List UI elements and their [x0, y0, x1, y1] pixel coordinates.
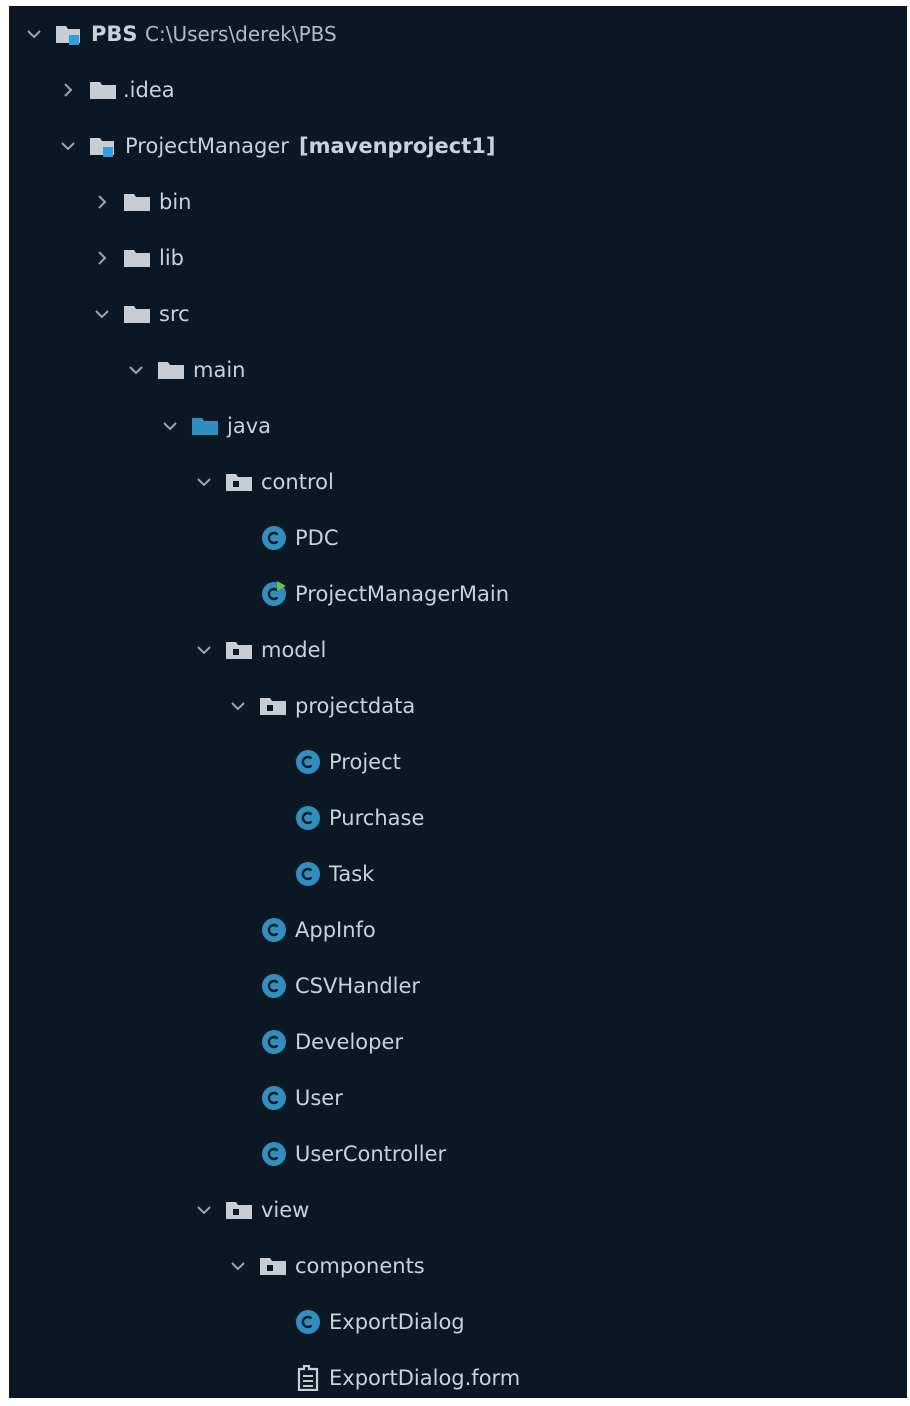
class-icon: [295, 1309, 321, 1335]
tree-row-java[interactable]: java: [9, 398, 907, 454]
chevron-down-icon[interactable]: [229, 697, 247, 715]
class-icon: [295, 861, 321, 887]
tree-row-control[interactable]: control: [9, 454, 907, 510]
class-label: PDC: [295, 526, 339, 550]
runnable-class-icon: [261, 581, 287, 607]
class-label: AppInfo: [295, 918, 376, 942]
package-label: control: [261, 470, 334, 494]
class-icon: [261, 1085, 287, 1111]
tree-row-main[interactable]: main: [9, 342, 907, 398]
tree-row-src[interactable]: src: [9, 286, 907, 342]
tree-row-appinfo[interactable]: AppInfo: [9, 902, 907, 958]
class-label: Project: [329, 750, 401, 774]
tree-row-purchase[interactable]: Purchase: [9, 790, 907, 846]
class-label: ExportDialog: [329, 1310, 465, 1334]
package-icon: [259, 1255, 287, 1277]
package-label: components: [295, 1254, 425, 1278]
chevron-down-icon[interactable]: [127, 361, 145, 379]
folder-icon: [89, 79, 117, 101]
tree-row-components[interactable]: components: [9, 1238, 907, 1294]
package-icon: [225, 1199, 253, 1221]
folder-icon: [123, 191, 151, 213]
root-path: C:\Users\derek\PBS: [145, 22, 337, 46]
module-folder-icon: [55, 23, 83, 45]
package-icon: [259, 695, 287, 717]
class-label: User: [295, 1086, 343, 1110]
folder-label: lib: [159, 246, 184, 270]
tree-row-user[interactable]: User: [9, 1070, 907, 1126]
tree-row-lib[interactable]: lib: [9, 230, 907, 286]
root-name: PBS: [91, 22, 138, 46]
package-label: view: [261, 1198, 310, 1222]
tree-row-csvhandler[interactable]: CSVHandler: [9, 958, 907, 1014]
project-tree-panel: PBS C:\Users\derek\PBS .idea ProjectMana…: [9, 6, 907, 1398]
source-folder-icon: [191, 415, 219, 437]
class-label: Purchase: [329, 806, 425, 830]
package-label: model: [261, 638, 327, 662]
tree-row-task[interactable]: Task: [9, 846, 907, 902]
class-label: Developer: [295, 1030, 404, 1054]
tree-row-bin[interactable]: bin: [9, 174, 907, 230]
class-label: CSVHandler: [295, 974, 421, 998]
tree-row-developer[interactable]: Developer: [9, 1014, 907, 1070]
chevron-down-icon[interactable]: [229, 1257, 247, 1275]
folder-label: .idea: [123, 78, 175, 102]
class-icon: [261, 917, 287, 943]
tree-row-model[interactable]: model: [9, 622, 907, 678]
file-label: ExportDialog.form: [329, 1366, 521, 1390]
tree-row-projectdata[interactable]: projectdata: [9, 678, 907, 734]
folder-icon: [123, 247, 151, 269]
chevron-down-icon[interactable]: [195, 1201, 213, 1219]
tree-row-pdc[interactable]: PDC: [9, 510, 907, 566]
folder-label: java: [227, 414, 271, 438]
tree-row-usercontroller[interactable]: UserController: [9, 1126, 907, 1182]
chevron-right-icon[interactable]: [93, 193, 111, 211]
class-icon: [261, 973, 287, 999]
tree-row-projectmanagermain[interactable]: ProjectManagerMain: [9, 566, 907, 622]
class-label: UserController: [295, 1142, 447, 1166]
folder-label: main: [193, 358, 246, 382]
class-label: ProjectManagerMain: [295, 582, 510, 606]
tree-row-project[interactable]: Project: [9, 734, 907, 790]
class-icon: [295, 805, 321, 831]
chevron-down-icon[interactable]: [195, 473, 213, 491]
tree-row-view[interactable]: view: [9, 1182, 907, 1238]
package-label: projectdata: [295, 694, 416, 718]
chevron-right-icon[interactable]: [93, 249, 111, 267]
form-file-icon: [297, 1365, 323, 1391]
folder-icon: [157, 359, 185, 381]
folder-label: src: [159, 302, 190, 326]
class-icon: [261, 1029, 287, 1055]
module-folder-icon: [89, 135, 117, 157]
folder-icon: [123, 303, 151, 325]
module-name: ProjectManager: [125, 134, 289, 158]
tree-row-idea[interactable]: .idea: [9, 62, 907, 118]
class-icon: [295, 749, 321, 775]
package-icon: [225, 471, 253, 493]
tree-row-exportdialog[interactable]: ExportDialog: [9, 1294, 907, 1350]
tree-row-exportdialog-form[interactable]: ExportDialog.form: [9, 1350, 907, 1406]
tree-row-projectmanager[interactable]: ProjectManager [mavenproject1]: [9, 118, 907, 174]
class-icon: [261, 1141, 287, 1167]
class-label: Task: [329, 862, 375, 886]
chevron-down-icon[interactable]: [195, 641, 213, 659]
chevron-down-icon[interactable]: [59, 137, 77, 155]
chevron-down-icon[interactable]: [93, 305, 111, 323]
class-icon: [261, 525, 287, 551]
chevron-right-icon[interactable]: [59, 81, 77, 99]
chevron-down-icon[interactable]: [25, 25, 43, 43]
folder-label: bin: [159, 190, 192, 214]
module-tag: [mavenproject1]: [299, 134, 496, 158]
chevron-down-icon[interactable]: [161, 417, 179, 435]
package-icon: [225, 639, 253, 661]
tree-row-pbs[interactable]: PBS C:\Users\derek\PBS: [9, 6, 907, 62]
